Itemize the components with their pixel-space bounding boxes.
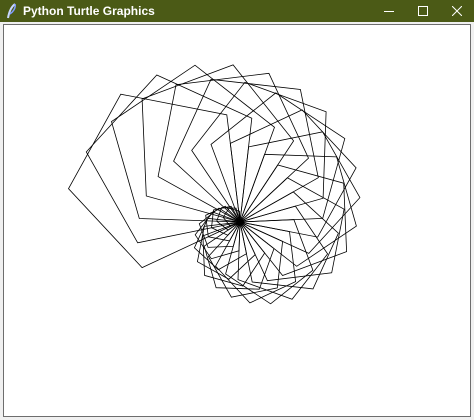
maximize-icon [418,6,428,16]
close-icon [452,6,462,16]
pentagon-3 [111,64,275,223]
pentagon-1 [68,93,241,269]
turtle-drawing [68,64,361,305]
minimize-icon [384,11,394,12]
minimize-button[interactable] [372,0,406,22]
turtle-window: Python Turtle Graphics [0,0,474,420]
pentagon-20 [202,221,266,287]
window-title: Python Turtle Graphics [23,4,155,18]
maximize-button[interactable] [406,0,440,22]
pentagon-12 [239,164,348,276]
close-button[interactable] [440,0,474,22]
turtle-canvas[interactable] [3,24,471,417]
title-bar[interactable]: Python Turtle Graphics [0,0,474,22]
python-feather-icon [5,3,19,19]
pentagon-9 [229,109,357,238]
